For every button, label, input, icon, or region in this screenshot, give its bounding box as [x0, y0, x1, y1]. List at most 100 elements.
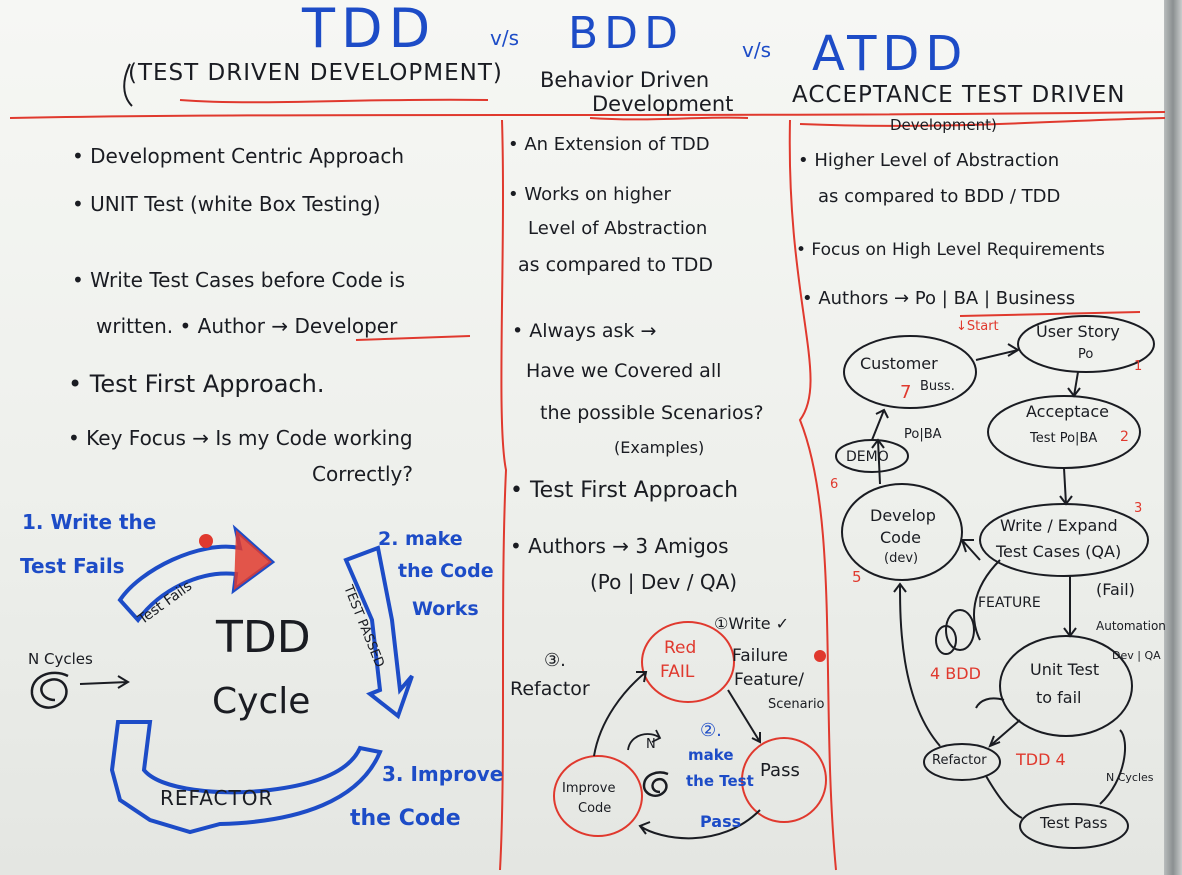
flow-customer-2: Buss.	[920, 379, 955, 394]
title-vs-2: v/s	[742, 38, 771, 62]
tdd-step2-line3: Works	[412, 598, 479, 620]
tdd-step2-line2: the Code	[398, 560, 494, 582]
title-vs-1: v/s	[490, 26, 519, 50]
bdd-full-name-1: Behavior Driven	[540, 68, 710, 92]
bdd-step1-c: Feature/	[734, 670, 804, 690]
tdd-bullet: • Test First Approach.	[68, 370, 325, 398]
flow-automation-1: Automation	[1096, 619, 1166, 633]
flow-demo-num: 6	[830, 477, 839, 492]
flow-userstory-2: Po	[1078, 347, 1094, 362]
bdd-step2-num: ②.	[700, 720, 722, 741]
red-dot-tdd	[199, 534, 213, 548]
tdd-underline	[179, 98, 489, 104]
flow-unit-1: Unit Test	[1030, 660, 1100, 679]
bdd-step2-a: make	[688, 746, 734, 764]
bdd-pass-label: Pass	[760, 760, 800, 781]
tdd-step2-line1: 2. make	[378, 528, 463, 550]
title-atdd: ATDD	[812, 26, 969, 82]
bdd-step1-d: Scenario	[768, 697, 825, 712]
bdd-arrow-1	[727, 689, 761, 744]
tdd-arrow-refactor	[109, 720, 383, 835]
divider-right	[788, 119, 837, 871]
bdd-bullet: Level of Abstraction	[528, 218, 708, 239]
bdd-bullet: the possible Scenarios?	[540, 402, 764, 424]
tdd-bullet: • Key Focus → Is my Code working	[68, 426, 413, 450]
bdd-bullet: (Po | Dev / QA)	[590, 570, 738, 594]
tdd-step1-line2: Test Fails	[20, 554, 125, 578]
title-tdd: TDD	[302, 0, 437, 60]
tdd-bullet: written. • Author → Developer	[96, 314, 398, 338]
tdd-step1-line1: 1. Write the	[22, 510, 157, 534]
n-cycles-spiral	[30, 671, 69, 709]
bdd-step3-num: ③.	[544, 650, 566, 671]
tdd-arrow-fail-head	[234, 530, 272, 590]
title-bdd: BDD	[568, 8, 684, 59]
flow-automation-2: Dev | QA	[1112, 649, 1161, 662]
bdd-node-improve	[553, 755, 643, 837]
flow-customer-num: 7	[900, 382, 912, 403]
flow-develop-num: 5	[852, 568, 862, 586]
atdd-bullet: as compared to BDD / TDD	[818, 186, 1061, 207]
bdd-bullet: (Examples)	[614, 438, 705, 457]
bdd-red-label-1: Red	[664, 638, 697, 658]
flow-demo-tag: Po|BA	[904, 427, 942, 442]
atdd-bullet: • Focus on High Level Requirements	[796, 240, 1105, 260]
flow-unit-2: to fail	[1036, 688, 1082, 707]
bdd-bullet: • An Extension of TDD	[508, 134, 710, 155]
tdd-step3-line2: the Code	[350, 806, 461, 831]
flow-userstory-num: 1	[1134, 359, 1143, 374]
flow-acceptance-num: 2	[1120, 429, 1129, 445]
flow-bdd4: 4 BDD	[930, 664, 981, 683]
tdd-cycle-center-2: Cycle	[212, 681, 311, 722]
business-underline	[959, 311, 1141, 317]
bdd-improve-label-2: Code	[578, 801, 612, 816]
flow-write-num: 3	[1134, 501, 1143, 516]
flow-ncycles: N Cycles	[1106, 771, 1154, 784]
n-cycles-arrow	[79, 675, 130, 689]
flow-tdd4: TDD 4	[1016, 750, 1066, 769]
node-write	[979, 503, 1149, 577]
bdd-step1-a: ①Write ✓	[714, 614, 790, 633]
bdd-bullet: • Always ask →	[512, 320, 657, 342]
feature-loop	[945, 609, 975, 651]
flow-customer-1: Customer	[860, 354, 938, 373]
tdd-cycle-center-1: TDD	[216, 612, 311, 663]
atdd-bullet: • Authors → Po | BA | Business	[802, 288, 1076, 309]
tdd-bullet: • Write Test Cases before Code is	[72, 268, 406, 292]
flow-write-2: Test Cases (QA)	[996, 542, 1122, 561]
tdd-bullet: • Development Centric Approach	[72, 144, 405, 168]
tdd-arrow3-label: REFACTOR	[160, 786, 274, 810]
tdd-bullet: Correctly?	[312, 462, 414, 486]
bdd-improve-label-1: Improve	[562, 781, 616, 796]
bdd-step1-b: Failure	[732, 646, 788, 666]
flow-test-pass: Test Pass	[1040, 814, 1108, 832]
tdd-full-name: (TEST DRIVEN DEVELOPMENT)	[128, 60, 503, 86]
bdd-red-label-2: FAIL	[660, 662, 695, 682]
tdd-step3-line1: 3. Improve	[382, 762, 504, 786]
flow-start: ↓Start	[956, 319, 999, 334]
flow-refactor: Refactor	[932, 753, 987, 768]
flow-demo: DEMO	[846, 449, 889, 465]
flow-userstory-1: User Story	[1036, 322, 1120, 341]
flow-acceptance-2: Test Po|BA	[1030, 431, 1098, 446]
flow-feature: FEATURE	[978, 595, 1041, 611]
bdd-underline	[589, 116, 749, 121]
tdd-bullet: • UNIT Test (white Box Testing)	[72, 192, 381, 216]
bdd-bullet: as compared to TDD	[518, 254, 714, 276]
bdd-loop-label: N	[646, 737, 656, 752]
flow-fail: (Fail)	[1096, 580, 1135, 599]
bdd-arrow-3	[593, 671, 648, 757]
flow-acceptance-1: Acceptace	[1026, 402, 1109, 421]
bdd-bullet: • Works on higher	[508, 184, 671, 205]
flow-develop-3: (dev)	[884, 551, 919, 566]
atdd-full-name-1: ACCEPTANCE TEST DRIVEN	[792, 82, 1126, 108]
bdd-step2-c: Pass	[700, 812, 742, 831]
divider-left	[499, 119, 508, 871]
flow-write-1: Write / Expand	[1000, 516, 1118, 535]
flow-develop-1: Develop	[870, 506, 936, 525]
tdd-n-cycles: N Cycles	[28, 650, 93, 668]
red-dot-bdd	[814, 650, 826, 662]
bdd-bullet: • Authors → 3 Amigos	[510, 534, 729, 558]
bdd-spiral	[642, 771, 669, 797]
atdd-full-name-2: Development)	[890, 116, 997, 134]
